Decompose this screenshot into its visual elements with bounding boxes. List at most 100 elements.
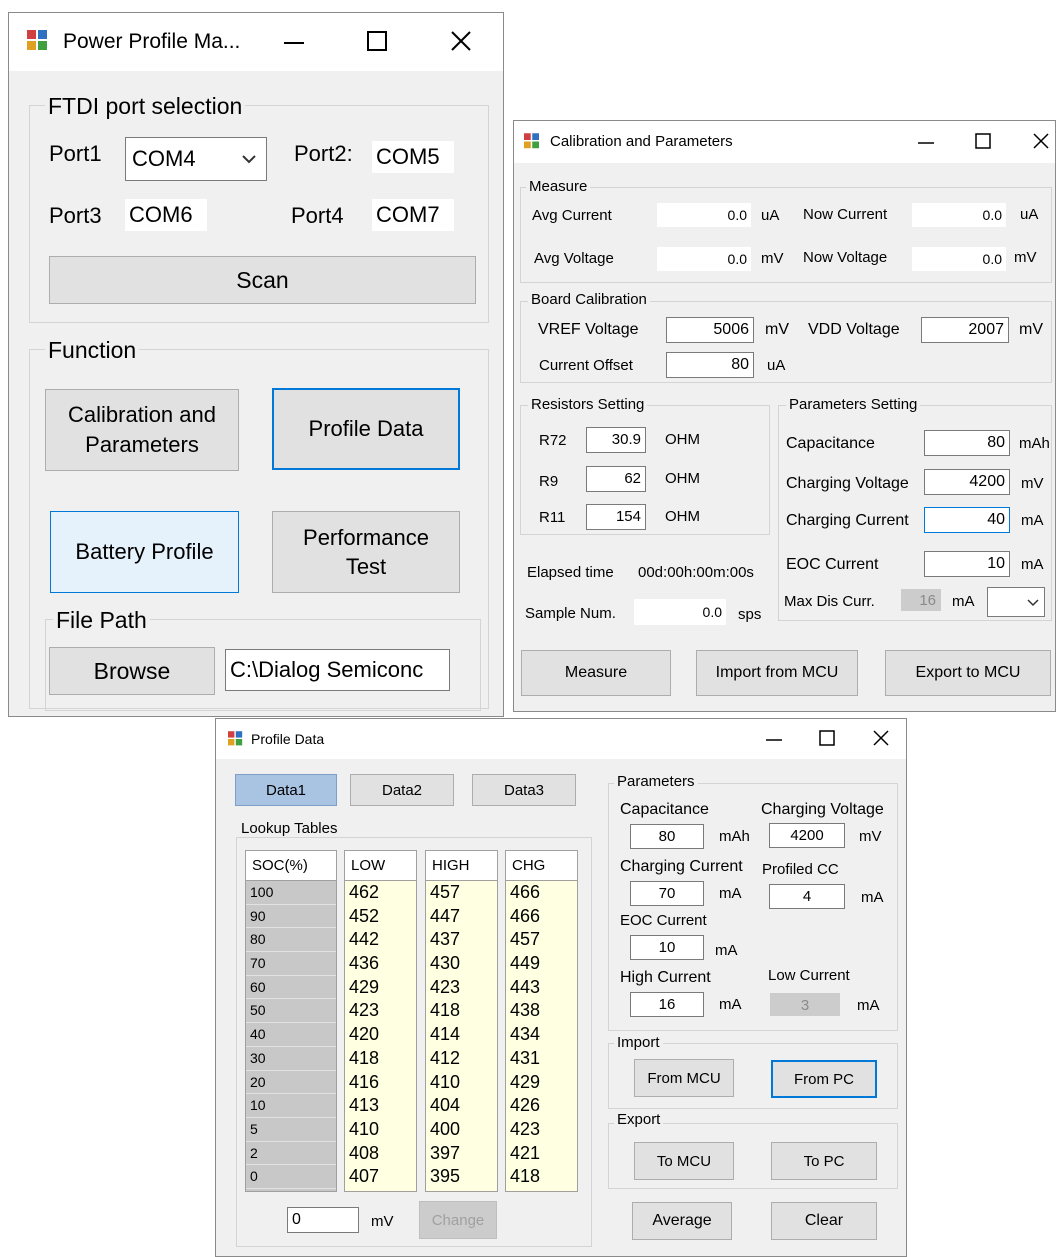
- table-cell[interactable]: 442: [345, 928, 416, 952]
- table-cell[interactable]: 418: [426, 999, 497, 1023]
- table-cell[interactable]: 420: [345, 1023, 416, 1047]
- charging-current-input[interactable]: 40: [924, 507, 1010, 533]
- minimize-icon[interactable]: [281, 31, 307, 53]
- charging-current-input[interactable]: 70: [630, 881, 704, 906]
- close-icon[interactable]: [872, 729, 890, 747]
- maximize-icon[interactable]: [818, 729, 836, 747]
- to-pc-button[interactable]: To PC: [771, 1142, 877, 1180]
- table-cell[interactable]: 410: [426, 1071, 497, 1095]
- table-cell[interactable]: 438: [506, 999, 577, 1023]
- table-cell[interactable]: 423: [345, 999, 416, 1023]
- table-cell[interactable]: 418: [506, 1165, 577, 1189]
- performance-test-button[interactable]: Performance Test: [272, 511, 460, 593]
- port1-combobox[interactable]: COM4: [125, 137, 267, 181]
- change-button[interactable]: Change: [419, 1201, 497, 1239]
- tab-data1[interactable]: Data1: [235, 774, 337, 806]
- table-cell[interactable]: 414: [426, 1023, 497, 1047]
- table-cell[interactable]: 431: [506, 1047, 577, 1071]
- charging-voltage-input[interactable]: 4200: [924, 469, 1010, 495]
- table-cell[interactable]: 466: [506, 881, 577, 905]
- table-cell[interactable]: 397: [426, 1142, 497, 1166]
- import-group-label: Import: [614, 1034, 663, 1051]
- table-cell[interactable]: 462: [345, 881, 416, 905]
- file-path-input[interactable]: [225, 649, 450, 691]
- eoc-current-input[interactable]: 10: [630, 935, 704, 960]
- table-cell[interactable]: 429: [345, 976, 416, 1000]
- capacitance-input[interactable]: 80: [924, 430, 1010, 456]
- clear-button[interactable]: Clear: [771, 1202, 877, 1240]
- table-cell[interactable]: 443: [506, 976, 577, 1000]
- r11-input[interactable]: 154: [586, 504, 646, 530]
- table-cell[interactable]: 426: [506, 1094, 577, 1118]
- profile-data-button[interactable]: Profile Data: [272, 388, 460, 470]
- table-cell[interactable]: 457: [506, 928, 577, 952]
- browse-button[interactable]: Browse: [49, 647, 215, 695]
- table-cell[interactable]: 407: [345, 1165, 416, 1189]
- export-to-mcu-button[interactable]: Export to MCU: [885, 650, 1051, 696]
- high-current-input[interactable]: 16: [630, 992, 704, 1017]
- title-bar[interactable]: Power Profile Ma...: [9, 13, 503, 71]
- table-cell[interactable]: 449: [506, 952, 577, 976]
- eoc-current-input[interactable]: 10: [924, 551, 1010, 577]
- capacitance-input[interactable]: 80: [630, 824, 704, 849]
- profiled-cc-input[interactable]: 4: [769, 884, 845, 909]
- vref-input[interactable]: 5006: [666, 317, 754, 343]
- high-cells[interactable]: 457 447 437 430 423 418 414 412 410 404 400 397 395: [426, 881, 497, 1191]
- table-cell[interactable]: 410: [345, 1118, 416, 1142]
- tab-data2[interactable]: Data2: [350, 774, 454, 806]
- r9-input[interactable]: 62: [586, 466, 646, 492]
- mv-input[interactable]: 0: [287, 1207, 359, 1233]
- table-cell[interactable]: 400: [426, 1118, 497, 1142]
- function-group-label: Function: [45, 337, 140, 364]
- import-from-mcu-button[interactable]: Import from MCU: [696, 650, 858, 696]
- table-cell[interactable]: 413: [345, 1094, 416, 1118]
- measure-button[interactable]: Measure: [521, 650, 671, 696]
- table-cell[interactable]: 466: [506, 905, 577, 929]
- title-bar[interactable]: Calibration and Parameters: [514, 121, 1055, 163]
- minimize-icon[interactable]: [916, 133, 936, 151]
- table-cell[interactable]: 429: [506, 1071, 577, 1095]
- table-cell[interactable]: 436: [345, 952, 416, 976]
- table-cell[interactable]: 437: [426, 928, 497, 952]
- calibration-parameters-button[interactable]: Calibration and Parameters: [45, 389, 239, 471]
- current-offset-input[interactable]: 80: [666, 352, 754, 378]
- r11-label: R11: [539, 509, 566, 526]
- charging-voltage-input[interactable]: 4200: [769, 823, 845, 848]
- capacitance-label: Capacitance: [620, 801, 709, 818]
- table-cell[interactable]: 423: [426, 976, 497, 1000]
- table-cell[interactable]: 457: [426, 881, 497, 905]
- table-cell[interactable]: 430: [426, 952, 497, 976]
- tab-data3[interactable]: Data3: [472, 774, 576, 806]
- table-cell[interactable]: 412: [426, 1047, 497, 1071]
- battery-profile-button[interactable]: Battery Profile: [50, 511, 239, 593]
- scan-button[interactable]: Scan: [49, 256, 476, 304]
- chg-cells[interactable]: 466 466 457 449 443 438 434 431 429 426 423 421 418: [506, 881, 577, 1191]
- table-cell[interactable]: 404: [426, 1094, 497, 1118]
- from-mcu-button[interactable]: From MCU: [634, 1059, 734, 1097]
- maximize-icon[interactable]: [974, 132, 992, 150]
- eoc-current-label: EOC Current: [620, 912, 707, 929]
- close-icon[interactable]: [1032, 132, 1050, 150]
- table-cell[interactable]: 434: [506, 1023, 577, 1047]
- table-cell[interactable]: 416: [345, 1071, 416, 1095]
- table-cell[interactable]: 423: [506, 1118, 577, 1142]
- maximize-icon[interactable]: [365, 29, 389, 53]
- r72-input[interactable]: 30.9: [586, 427, 646, 453]
- title-bar[interactable]: Profile Data: [216, 719, 906, 759]
- vdd-input[interactable]: 2007: [921, 317, 1009, 343]
- column-header-chg: CHG: [506, 851, 577, 881]
- to-mcu-button[interactable]: To MCU: [634, 1142, 734, 1180]
- max-dis-curr-combobox[interactable]: [987, 587, 1045, 617]
- table-cell[interactable]: 421: [506, 1142, 577, 1166]
- low-cells[interactable]: 462 452 442 436 429 423 420 418 416 413 410 408 407: [345, 881, 416, 1191]
- from-pc-button[interactable]: From PC: [771, 1060, 877, 1098]
- table-cell[interactable]: 418: [345, 1047, 416, 1071]
- table-cell[interactable]: 447: [426, 905, 497, 929]
- close-icon[interactable]: [449, 29, 473, 53]
- table-cell[interactable]: 408: [345, 1142, 416, 1166]
- table-cell[interactable]: 395: [426, 1165, 497, 1189]
- average-button[interactable]: Average: [632, 1202, 732, 1240]
- table-cell[interactable]: 452: [345, 905, 416, 929]
- port3-value: COM6: [125, 199, 207, 231]
- minimize-icon[interactable]: [764, 730, 784, 748]
